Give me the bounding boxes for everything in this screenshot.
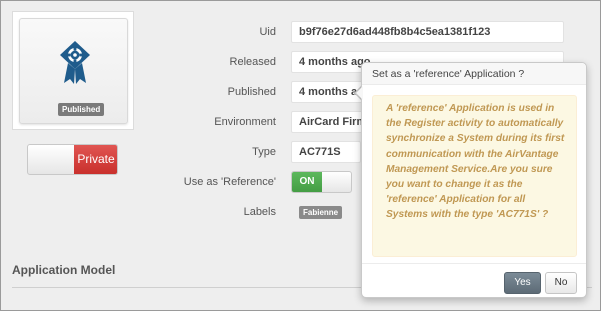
reference-toggle[interactable]: ON [291, 171, 352, 193]
status-badge: Published [58, 103, 105, 116]
yes-button[interactable]: Yes [504, 272, 541, 294]
reference-toggle-on: ON [292, 172, 322, 192]
private-toggle[interactable]: Private [27, 144, 118, 175]
type-field: AC771S [291, 141, 361, 163]
popover-title: Set as a 'reference' Application ? [362, 63, 586, 85]
application-card: Published [12, 11, 134, 130]
published-label: Published [227, 86, 276, 98]
uid-field: b9f76e27d6ad448fb8b4c5ea1381f123 [291, 21, 564, 43]
reference-label: Use as 'Reference' [183, 176, 276, 188]
reference-confirm-popover: Set as a 'reference' Application ? A 're… [361, 62, 587, 298]
popover-divider [362, 263, 586, 264]
certificate-gear-icon [60, 41, 90, 84]
labels-label: Labels [243, 206, 276, 218]
section-title: Application Model [12, 263, 116, 277]
application-tile: Published [19, 18, 128, 124]
application-details-panel: Published Private Uid b9f76e27d6ad448fb8… [0, 0, 601, 311]
type-label: Type [252, 146, 276, 158]
popover-arrow-inner [356, 86, 363, 100]
toggle-knob[interactable] [28, 145, 74, 174]
label-tag[interactable]: Fabienne [299, 206, 343, 219]
private-toggle-label: Private [74, 145, 117, 174]
no-button[interactable]: No [545, 272, 577, 294]
popover-warning-message: A 'reference' Application is used in the… [372, 95, 577, 257]
uid-label: Uid [259, 26, 276, 38]
environment-label: Environment [214, 116, 276, 128]
released-label: Released [229, 56, 276, 68]
